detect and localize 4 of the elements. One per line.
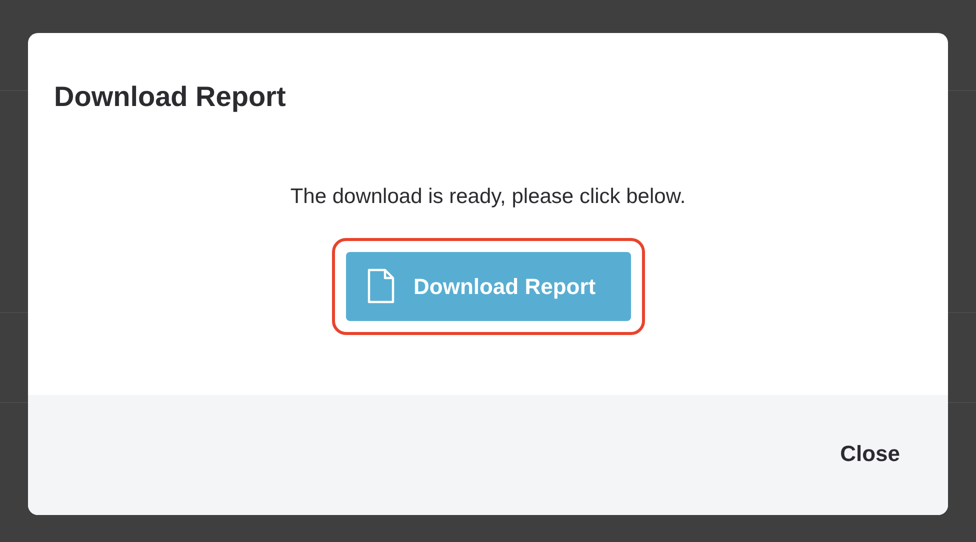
message-text: The download is ready, please click below. [290,184,686,210]
dialog-title: Download Report [54,81,286,112]
close-button[interactable]: Close [840,437,900,470]
document-icon [366,268,396,304]
